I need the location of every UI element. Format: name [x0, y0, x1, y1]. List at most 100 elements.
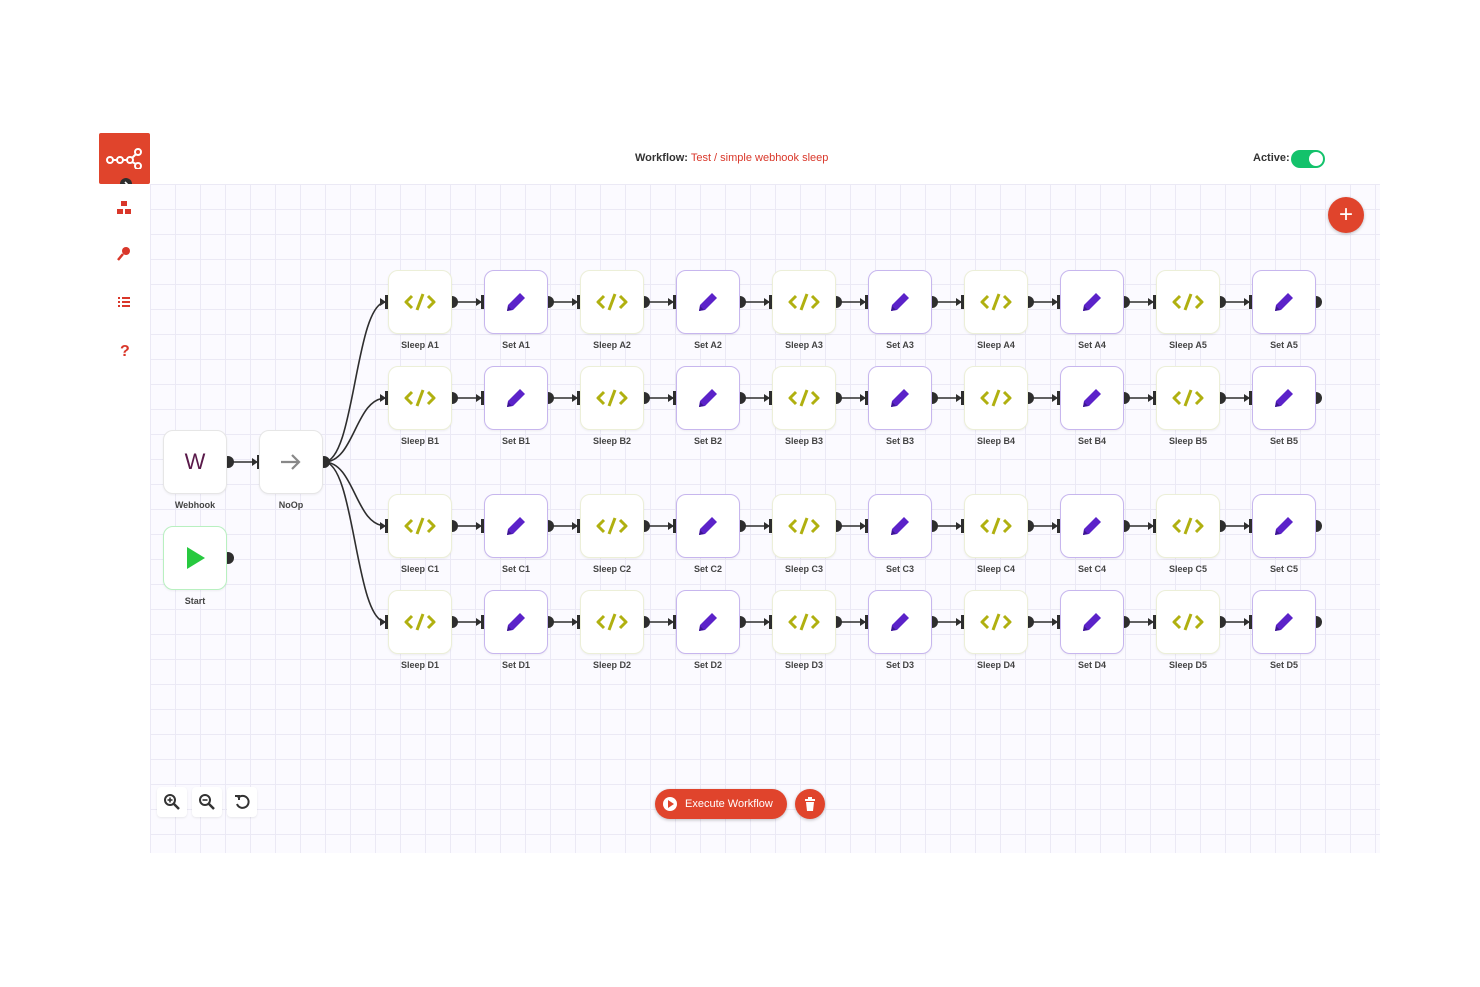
node-label: Set B2 — [693, 436, 722, 446]
sleep-node[interactable] — [1156, 366, 1220, 430]
set-node[interactable] — [676, 590, 740, 654]
pencil-icon — [1061, 271, 1123, 333]
pencil-icon — [485, 271, 547, 333]
set-node[interactable] — [676, 366, 740, 430]
node-label: Sleep C2 — [592, 564, 632, 574]
pencil-icon — [677, 271, 739, 333]
set-node[interactable] — [868, 366, 932, 430]
code-icon — [581, 495, 643, 557]
code-icon — [773, 495, 835, 557]
code-icon — [965, 495, 1027, 557]
node-label: Set C1 — [501, 564, 530, 574]
code-icon — [581, 271, 643, 333]
reset-zoom-icon — [235, 794, 250, 809]
execute-workflow-button[interactable]: Execute Workflow — [655, 789, 787, 819]
sleep-node[interactable] — [1156, 270, 1220, 334]
node-label: Sleep B4 — [976, 436, 1016, 446]
node-label: Set B5 — [1269, 436, 1298, 446]
node-label: Set C5 — [1269, 564, 1298, 574]
set-node[interactable] — [676, 494, 740, 558]
pencil-icon — [485, 367, 547, 429]
node-label: Sleep D4 — [976, 660, 1016, 670]
set-node[interactable] — [1252, 366, 1316, 430]
pencil-icon — [1061, 367, 1123, 429]
zoom-in-button[interactable] — [157, 787, 187, 817]
sleep-node[interactable] — [1156, 494, 1220, 558]
start-node[interactable] — [163, 526, 227, 590]
set-node[interactable] — [868, 494, 932, 558]
code-icon — [389, 271, 451, 333]
sleep-node[interactable] — [772, 270, 836, 334]
set-node[interactable] — [676, 270, 740, 334]
node-label: Sleep A1 — [401, 340, 439, 350]
sleep-node[interactable] — [964, 494, 1028, 558]
set-node[interactable] — [868, 590, 932, 654]
node-label: Sleep A3 — [785, 340, 823, 350]
sleep-node[interactable] — [388, 494, 452, 558]
sleep-node[interactable] — [964, 270, 1028, 334]
sleep-node[interactable] — [388, 366, 452, 430]
sleep-node[interactable] — [388, 270, 452, 334]
node-label: Set B3 — [885, 436, 914, 446]
pencil-icon — [869, 591, 931, 653]
set-node[interactable] — [1060, 590, 1124, 654]
node-label: NoOp — [278, 500, 304, 510]
sleep-node[interactable] — [772, 494, 836, 558]
sleep-node[interactable] — [772, 590, 836, 654]
node-label: Sleep D5 — [1168, 660, 1208, 670]
pencil-icon — [869, 271, 931, 333]
sleep-node[interactable] — [580, 270, 644, 334]
sleep-node[interactable] — [964, 366, 1028, 430]
set-node[interactable] — [1060, 366, 1124, 430]
noop-node[interactable] — [259, 430, 323, 494]
reset-zoom-button[interactable] — [227, 787, 257, 817]
sleep-node[interactable] — [1156, 590, 1220, 654]
trash-icon — [805, 797, 815, 811]
sleep-node[interactable] — [580, 494, 644, 558]
node-label: Set B4 — [1077, 436, 1106, 446]
zoom-out-button[interactable] — [192, 787, 222, 817]
node-label: Set D5 — [1269, 660, 1298, 670]
node-label: Set C3 — [885, 564, 914, 574]
set-node[interactable] — [484, 590, 548, 654]
node-label: Sleep A2 — [593, 340, 631, 350]
connection-line — [323, 461, 387, 623]
pencil-icon — [677, 591, 739, 653]
sleep-node[interactable] — [772, 366, 836, 430]
node-label: Set A2 — [694, 340, 722, 350]
set-node[interactable] — [1252, 270, 1316, 334]
pencil-icon — [1061, 591, 1123, 653]
code-icon — [389, 591, 451, 653]
set-node[interactable] — [1252, 494, 1316, 558]
connection-line — [323, 461, 387, 527]
set-node[interactable] — [484, 494, 548, 558]
webhook-node[interactable]: W — [163, 430, 227, 494]
sleep-node[interactable] — [580, 366, 644, 430]
set-node[interactable] — [1060, 494, 1124, 558]
pencil-icon — [1253, 367, 1315, 429]
code-icon — [389, 367, 451, 429]
pencil-icon — [677, 495, 739, 557]
code-icon — [773, 367, 835, 429]
code-icon — [965, 271, 1027, 333]
clear-execution-button[interactable] — [795, 789, 825, 819]
code-icon — [389, 495, 451, 557]
zoom-in-icon — [164, 794, 180, 810]
node-label: Set A1 — [502, 340, 530, 350]
node-label: Sleep B5 — [1168, 436, 1208, 446]
set-node[interactable] — [484, 270, 548, 334]
node-label: Set A5 — [1270, 340, 1298, 350]
pencil-icon — [1253, 271, 1315, 333]
set-node[interactable] — [484, 366, 548, 430]
code-icon — [965, 591, 1027, 653]
node-label: Set A4 — [1078, 340, 1106, 350]
sleep-node[interactable] — [964, 590, 1028, 654]
node-label: Set D1 — [501, 660, 530, 670]
node-label: Sleep B1 — [400, 436, 440, 446]
sleep-node[interactable] — [388, 590, 452, 654]
set-node[interactable] — [1060, 270, 1124, 334]
set-node[interactable] — [868, 270, 932, 334]
set-node[interactable] — [1252, 590, 1316, 654]
sleep-node[interactable] — [580, 590, 644, 654]
code-icon — [1157, 591, 1219, 653]
